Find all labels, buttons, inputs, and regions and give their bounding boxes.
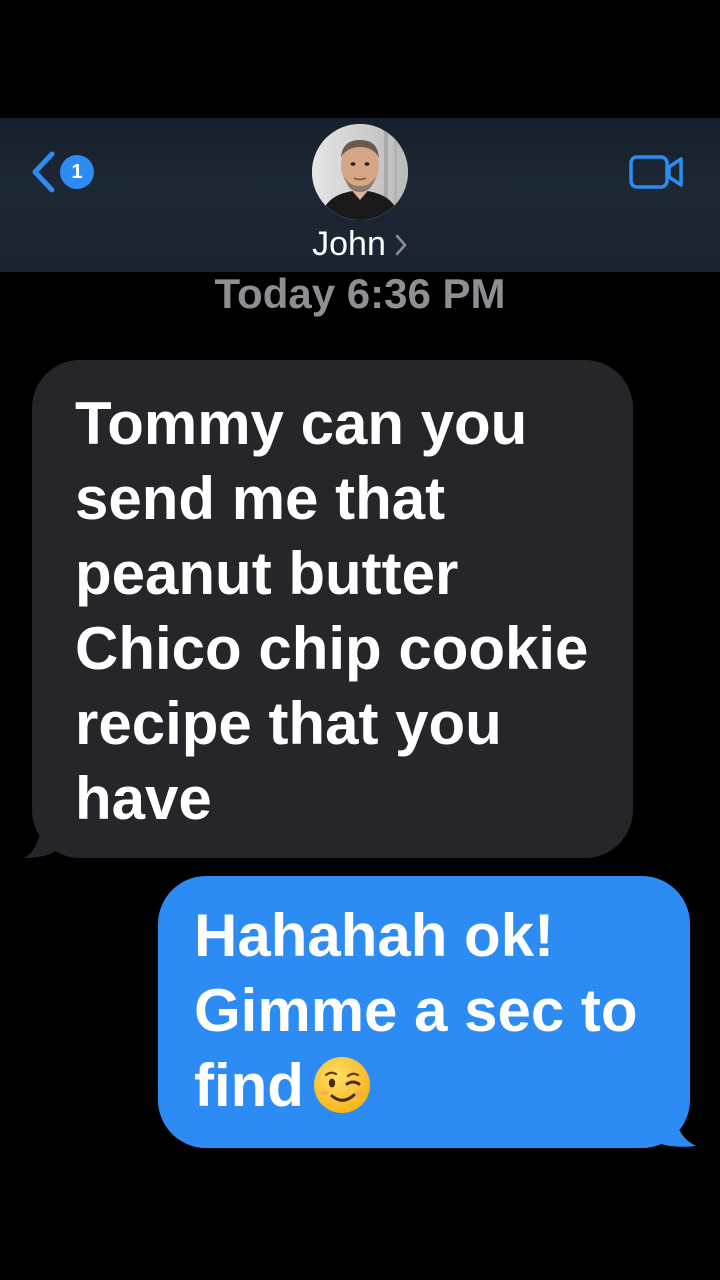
message-text-line: peanut butter xyxy=(75,540,459,607)
message-timestamp: Today 6:36 PM xyxy=(214,270,506,317)
message-text-line: Gimme a sec to xyxy=(194,977,638,1044)
contact-photo-icon xyxy=(312,124,408,220)
back-button[interactable]: 1 xyxy=(30,150,94,194)
message-text-line: recipe that you xyxy=(75,690,502,757)
contact-name: John xyxy=(312,224,386,263)
message-text-line: Hahahah ok! xyxy=(194,902,555,969)
message-text-line: have xyxy=(75,765,212,832)
chevron-right-icon xyxy=(395,234,407,256)
messages-screen: 1 John Today 6:36 PM Tommy can you send … xyxy=(0,0,720,1280)
facetime-video-button[interactable] xyxy=(629,154,685,190)
contact-name-button[interactable]: John xyxy=(0,222,720,266)
message-text-line-with-emoji: find xyxy=(194,1048,680,1123)
received-message-bubble[interactable]: Tommy can you send me that peanut butter… xyxy=(32,360,633,858)
message-text-line: Chico chip cookie xyxy=(75,615,589,682)
unread-count-badge: 1 xyxy=(60,155,94,189)
sent-message-bubble[interactable]: Hahahah ok! Gimme a sec to find xyxy=(158,876,690,1148)
winking-face-emoji-icon xyxy=(313,1057,370,1114)
message-text-line: send me that xyxy=(75,465,446,532)
video-camera-icon xyxy=(629,155,683,189)
chevron-left-icon xyxy=(32,151,55,193)
message-text-line: Tommy can you xyxy=(75,390,528,457)
contact-avatar[interactable] xyxy=(312,124,408,220)
message-text-fragment: find xyxy=(194,1052,304,1119)
